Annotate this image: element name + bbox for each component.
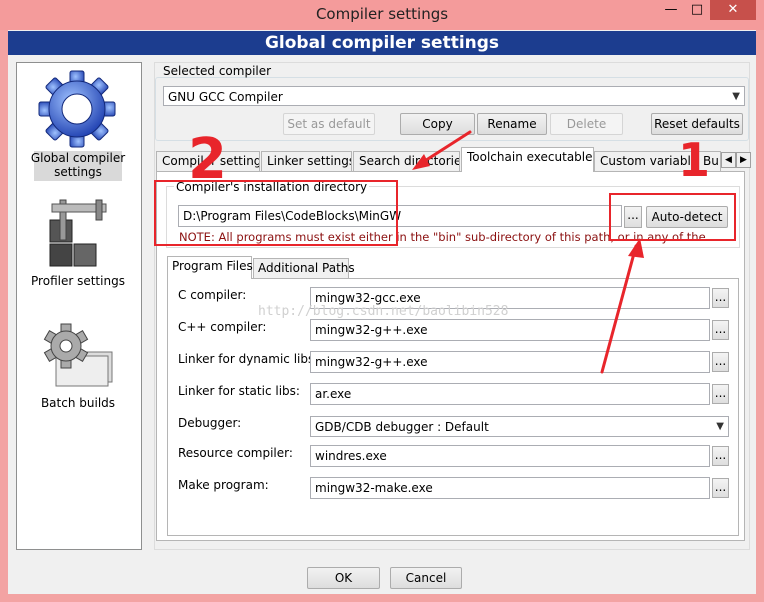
debugger-select[interactable]: GDB/CDB debugger : Default ▼	[310, 416, 729, 437]
debugger-select-value: GDB/CDB debugger : Default	[315, 420, 489, 434]
resource-compiler-browse-button[interactable]: ...	[712, 446, 729, 466]
dynamic-linker-input[interactable]: mingw32-g++.exe	[310, 351, 710, 373]
tab-custom-variables[interactable]: Custom variables	[594, 151, 696, 171]
tab-scroll-right-button[interactable]: ▶	[736, 152, 751, 168]
window-title: Compiler settings	[315, 5, 449, 23]
ok-button[interactable]: OK	[307, 567, 380, 589]
annotation-box-auto-detect	[609, 193, 736, 241]
dynamic-linker-label: Linker for dynamic libs:	[178, 352, 319, 366]
resource-compiler-label: Resource compiler:	[178, 446, 293, 460]
rename-button[interactable]: Rename	[477, 113, 547, 135]
annotation-box-install-dir	[154, 180, 398, 246]
sidebar-item-global-compiler-settings[interactable]: Global compiler settings	[16, 66, 140, 182]
tab-program-files[interactable]: Program Files	[167, 256, 253, 279]
compiler-select[interactable]: GNU GCC Compiler ▼	[163, 86, 745, 106]
tab-scroll-left-button[interactable]: ◀	[721, 152, 736, 168]
sidebar-item-label: Batch builds	[40, 396, 116, 410]
minimize-button[interactable]: —	[658, 0, 684, 20]
make-program-browse-button[interactable]: ...	[712, 478, 729, 498]
sidebar-item-label: Global compiler settings	[30, 151, 126, 179]
page-title: Global compiler settings	[8, 31, 756, 55]
cancel-button[interactable]: Cancel	[390, 567, 462, 589]
selected-compiler-label: Selected compiler	[163, 64, 272, 78]
compiler-select-value: GNU GCC Compiler	[168, 90, 283, 104]
maximize-button[interactable]: □	[684, 0, 710, 20]
gear-icon	[38, 70, 116, 148]
tab-additional-paths[interactable]: Additional Paths	[253, 258, 355, 278]
make-program-input[interactable]: mingw32-make.exe	[310, 477, 710, 499]
debugger-label: Debugger:	[178, 416, 242, 430]
c-compiler-browse-button[interactable]: ...	[712, 288, 729, 308]
static-linker-input[interactable]: ar.exe	[310, 383, 710, 405]
sidebar-item-label: Profiler settings	[31, 274, 125, 288]
sidebar-item-batch-builds[interactable]: Batch builds	[16, 322, 140, 422]
reset-defaults-button[interactable]: Reset defaults	[651, 113, 743, 135]
delete-button[interactable]: Delete	[550, 113, 623, 135]
make-program-label: Make program:	[178, 478, 269, 492]
chevron-down-icon: ▼	[732, 91, 740, 102]
watermark: http://blog.csdn.net/baolibin528	[258, 304, 509, 319]
tab-toolchain-executables[interactable]: Toolchain executables	[461, 147, 594, 172]
cpp-compiler-input[interactable]: mingw32-g++.exe	[310, 319, 710, 341]
tab-linker-settings[interactable]: Linker settings	[261, 151, 352, 171]
resource-compiler-input[interactable]: windres.exe	[310, 445, 710, 467]
batch-builds-icon	[43, 323, 113, 387]
cpp-compiler-label: C++ compiler:	[178, 320, 267, 334]
profiler-icon	[49, 199, 107, 267]
tab-build-options[interactable]: Build options	[697, 151, 721, 171]
tab-search-directories[interactable]: Search directories	[353, 151, 460, 171]
c-compiler-label: C compiler:	[178, 288, 247, 302]
cpp-compiler-browse-button[interactable]: ...	[712, 320, 729, 340]
tab-compiler-settings[interactable]: Compiler settings	[156, 151, 260, 171]
static-linker-label: Linker for static libs:	[178, 384, 300, 398]
chevron-down-icon: ▼	[716, 421, 724, 432]
dynamic-linker-browse-button[interactable]: ...	[712, 352, 729, 372]
set-as-default-button[interactable]: Set as default	[283, 113, 375, 135]
static-linker-browse-button[interactable]: ...	[712, 384, 729, 404]
copy-button[interactable]: Copy	[400, 113, 475, 135]
sidebar-item-profiler-settings[interactable]: Profiler settings	[16, 194, 140, 294]
close-button[interactable]: ✕	[710, 0, 756, 20]
